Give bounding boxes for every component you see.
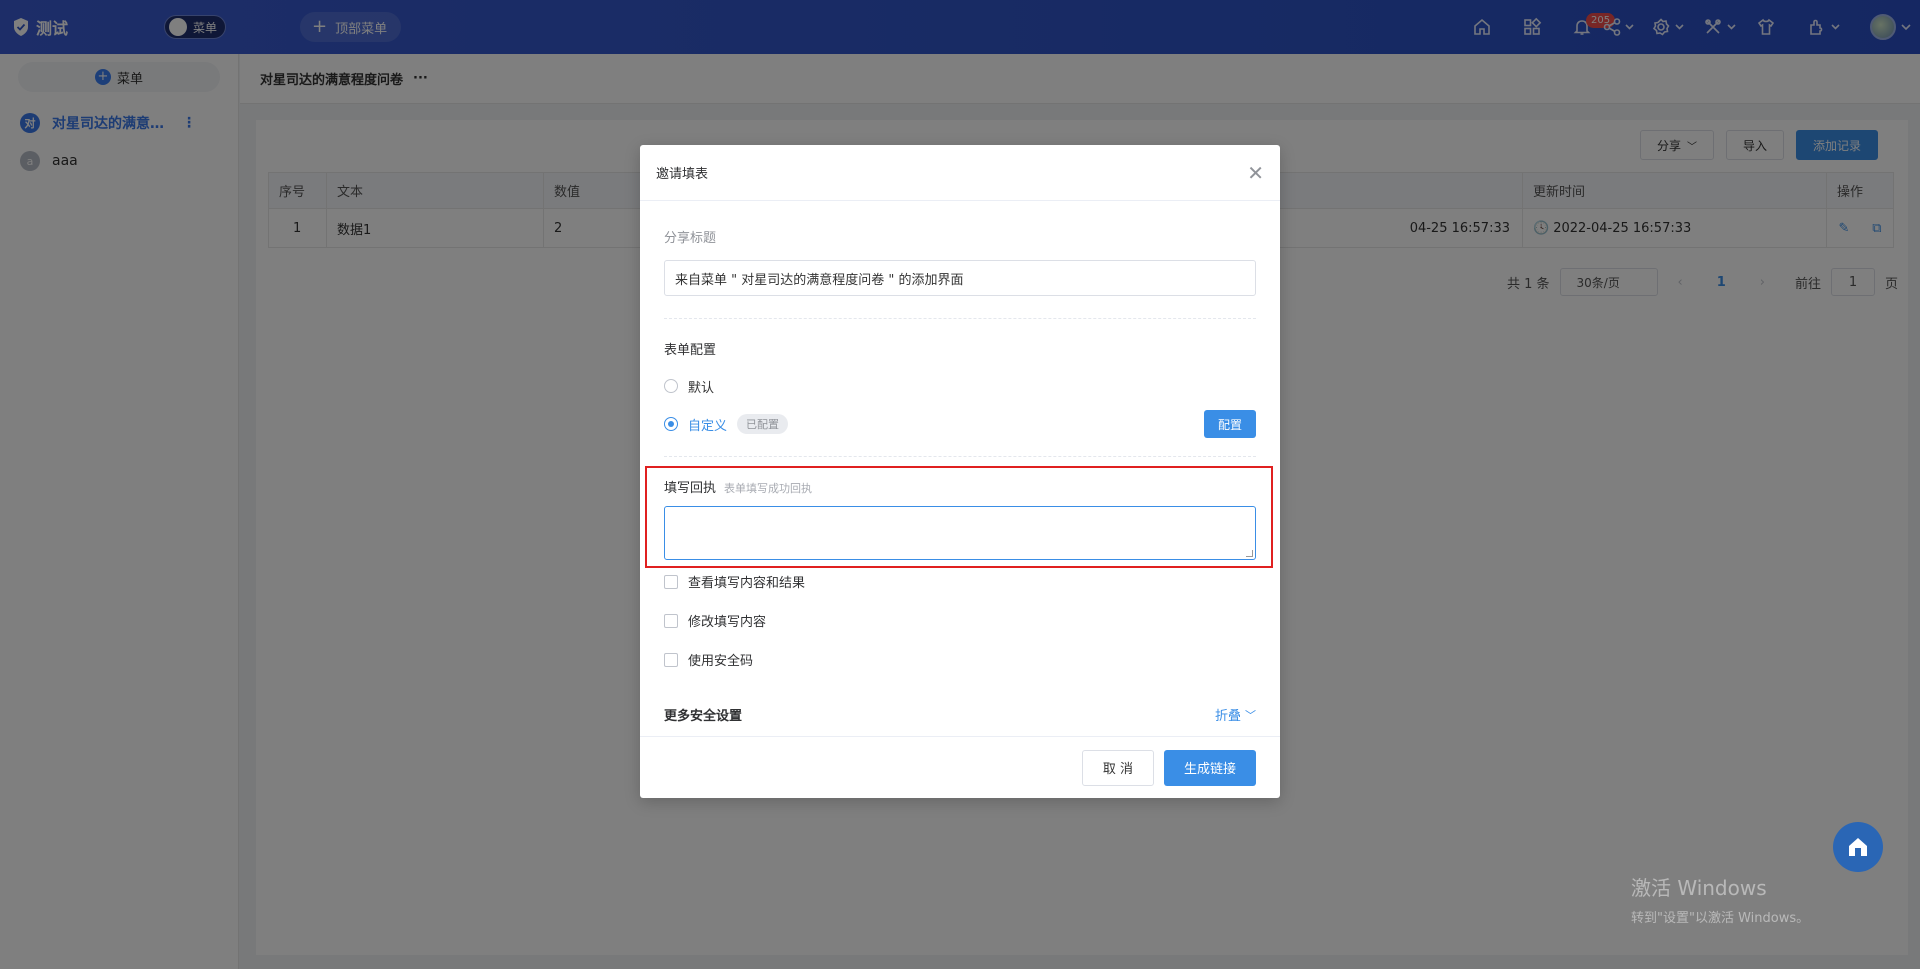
checkbox-view-results[interactable]: 查看填写内容和结果 <box>664 572 1256 591</box>
dialog-footer: 取 消 生成链接 <box>640 736 1280 798</box>
checkbox-label: 查看填写内容和结果 <box>688 576 806 591</box>
checkbox <box>664 613 678 628</box>
close-icon[interactable]: ✕ <box>1247 161 1264 185</box>
house-icon <box>1849 838 1867 856</box>
checkbox <box>664 652 678 667</box>
more-security-title: 更多安全设置 <box>664 709 743 724</box>
radio-circle <box>664 417 678 431</box>
radio-default[interactable]: 默认 <box>664 376 1256 396</box>
checkbox-label: 修改填写内容 <box>688 615 767 630</box>
form-config-title: 表单配置 <box>664 343 717 358</box>
invite-dialog: 邀请填表 ✕ 分享标题 来自菜单 " 对星司达的满意程度问卷 " 的添加界面 表… <box>640 145 1280 798</box>
windows-watermark: 激活 Windows 转到"设置"以激活 Windows。 <box>1631 872 1809 926</box>
config-button[interactable]: 配置 <box>1203 410 1256 438</box>
checkbox-security-code[interactable]: 使用安全码 <box>664 650 1256 669</box>
dialog-title: 邀请填表 <box>656 167 709 182</box>
radio-circle <box>664 379 678 393</box>
radio-label: 默认 <box>688 380 715 396</box>
configured-tag: 已配置 <box>737 414 789 434</box>
collapse-toggle[interactable]: 折叠 ﹀ <box>1214 705 1256 725</box>
checkbox <box>664 574 678 589</box>
generate-link-button[interactable]: 生成链接 <box>1163 749 1256 786</box>
dialog-header: 邀请填表 <box>640 145 1280 201</box>
checkbox-label: 使用安全码 <box>688 654 754 669</box>
divider <box>664 318 1256 319</box>
radio-label: 自定义 <box>688 418 728 434</box>
watermark-line2: 转到"设置"以激活 Windows。 <box>1631 911 1810 926</box>
share-title-label: 分享标题 <box>664 231 717 246</box>
highlight-box <box>645 466 1273 568</box>
cancel-button[interactable]: 取 消 <box>1081 749 1154 786</box>
watermark-line1: 激活 Windows <box>1631 876 1767 900</box>
divider <box>664 456 1256 457</box>
radio-custom[interactable]: 自定义 已配置 配置 <box>664 410 1256 438</box>
home-fab-button[interactable] <box>1833 822 1883 872</box>
checkbox-modify[interactable]: 修改填写内容 <box>664 611 1256 630</box>
share-title-input[interactable]: 来自菜单 " 对星司达的满意程度问卷 " 的添加界面 <box>664 260 1256 296</box>
more-security-section: 更多安全设置 折叠 ﹀ <box>664 705 1256 725</box>
chevron-double-down-icon: ﹀ <box>1245 708 1256 722</box>
collapse-label: 折叠 <box>1214 709 1241 724</box>
